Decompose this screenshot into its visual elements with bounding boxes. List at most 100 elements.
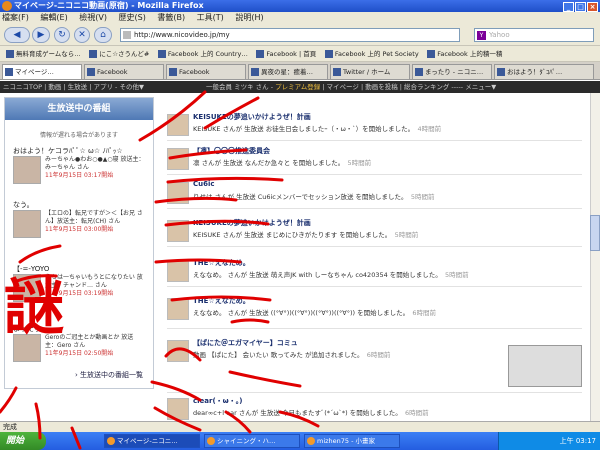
bookmark-label: Facebook | 首頁 [266, 50, 317, 58]
menu-view[interactable]: 檢視(V) [79, 13, 107, 22]
live-thumbnail[interactable] [13, 210, 41, 238]
bookmark-item[interactable]: にこ☆さうんど# [89, 46, 149, 61]
bookmark-item[interactable]: Facebook 上的 Pet Society [324, 46, 419, 61]
facebook-icon [256, 50, 265, 58]
tab-mypage[interactable]: マイページ… [2, 64, 82, 79]
bookmark-label: Facebook 上的 Pet Society [334, 50, 419, 58]
menu-edit[interactable]: 編輯(E) [40, 13, 67, 22]
feed-item: THE☆えなため。 えななめ。 さんが 生放送 萌え声JK with しーなちゃん… [167, 257, 582, 287]
back-button[interactable]: ◀ [4, 27, 30, 43]
community-avatar[interactable] [167, 260, 189, 282]
scrollbar-thumb[interactable] [590, 215, 600, 251]
minimize-button[interactable]: _ [563, 2, 574, 12]
app-icon [207, 437, 215, 445]
tab-icon [415, 68, 423, 76]
bookmark-icon [89, 50, 98, 58]
feed-title[interactable]: THE☆えなため。 [193, 296, 250, 306]
tab-label: まったり - ニコニ… [425, 68, 484, 76]
tab-label: マイページ… [15, 68, 54, 76]
live-desc: Geroのご冠主とか動画とか 放送主：Gero さん 11年9月15日 02:50… [45, 334, 145, 358]
feed-item: THE☆えなため。えななめ。 さんが 生放送 ((°∀°))((°∀°))((°… [167, 295, 582, 329]
video-thumbnail[interactable] [508, 345, 582, 387]
live-time: 11年9月15日 02:50開始 [45, 350, 114, 357]
feed-title[interactable]: THE☆えなため。 [193, 258, 250, 268]
menu-bookmarks[interactable]: 書籤(B) [157, 13, 185, 22]
paint-icon [307, 437, 315, 445]
live-item[interactable]: まったり Geroのご冠主とか動画とか 放送主：Gero さん 11年9月15日 … [13, 324, 148, 362]
stop-button[interactable]: ✕ [74, 27, 90, 43]
feed-title[interactable]: 【ぱにた＠エガマイヤー】コミュ [193, 338, 298, 348]
tab-ohayou[interactable]: おはよう！ﾀﾞｺﾊﾟ… [494, 64, 594, 79]
tab-twitter[interactable]: Twitter / ホーム [330, 64, 410, 79]
menu-tools[interactable]: 工具(T) [197, 13, 224, 22]
community-avatar[interactable] [167, 298, 189, 320]
live-item[interactable]: 【-=-YOYO うちは一ちゃいもうとになりたい 放送主：チャンド… さん 11年… [13, 264, 148, 302]
taskbar-firefox[interactable]: マイページ-ニコニ… [104, 434, 200, 448]
bookmark-item[interactable]: Facebook | 首頁 [256, 46, 317, 61]
tab-mattari[interactable]: まったり - ニコニ… [412, 64, 492, 79]
close-button[interactable]: × [587, 2, 598, 12]
community-avatar[interactable] [167, 114, 189, 136]
vertical-scrollbar[interactable] [590, 93, 600, 421]
home-button[interactable]: ⌂ [94, 27, 112, 43]
bookmark-item[interactable]: Facebook 上的 Country… [157, 46, 248, 61]
member-status: 一般会員 ミツキ さん - [206, 83, 276, 91]
community-avatar[interactable] [167, 398, 189, 420]
feed-title[interactable]: Cu6ic [193, 180, 215, 188]
search-input[interactable]: Y Yahoo [474, 28, 594, 42]
live-desc-text: うちは一ちゃいもうとになりたい 放送主：チャンド… さん [45, 274, 143, 289]
feed-message: えななめ。 さんが 生放送 ((°∀°))((°∀°))((°∀°))((°∀°… [193, 309, 406, 317]
community-avatar[interactable] [167, 340, 189, 362]
url-input[interactable]: http://www.nicovideo.jp/my [120, 28, 460, 42]
tab-strip: マイページ… Facebook Facebook 異夜の星：癒着… Twitte… [0, 62, 600, 80]
live-thumbnail[interactable] [13, 334, 41, 362]
menu-file[interactable]: 檔案(F) [2, 13, 29, 22]
feed-title[interactable]: KEISUKEの夢追いかけようぜ！計画 [193, 218, 311, 228]
bookmark-item[interactable]: Facebook 上的積一積 [427, 46, 503, 61]
premium-link[interactable]: プレミアム登録 [275, 83, 320, 91]
tab-label: 異夜の星：癒着… [261, 68, 313, 76]
tab-icon [497, 68, 505, 76]
tab-label: おはよう！ﾀﾞｺﾊﾟ… [507, 68, 563, 76]
nico-global-nav[interactable]: ニコニコTOP | 動画 | 生放送 | アプリ - その他▼ [3, 83, 144, 91]
live-title: 【-=-YOYO [13, 265, 50, 273]
windows-taskbar: 開始 マイページ-ニコニ… シャイニング・ハ… mizhen75 - 小畫家 上… [0, 432, 600, 450]
reload-button[interactable]: ↻ [54, 27, 70, 43]
feed-title[interactable]: KEISUKEの夢追いかけようぜ！計画 [193, 112, 311, 122]
live-title: まったり [13, 325, 41, 333]
feed-title[interactable]: 【凛】〇〇〇推進委員会 [193, 146, 270, 156]
tab-facebook[interactable]: Facebook [84, 64, 164, 79]
live-thumbnail[interactable] [13, 156, 41, 184]
live-desc-text: みーちゃん●わお○●▲○寝 放送主：みーちゃん さん [45, 156, 145, 171]
window-titlebar: マイページ-ニコニコ動画(原宿) - Mozilla Firefox _ □ × [0, 0, 600, 12]
firefox-icon [107, 437, 115, 445]
site-icon [123, 31, 131, 39]
taskbar-paint[interactable]: mizhen75 - 小畫家 [304, 434, 400, 448]
live-item[interactable]: なう。 【エロの】転兄ですが＞＜【お兄 さん】放送主：転兄(CH) さん 11年9… [13, 200, 148, 238]
feed-text: えななめ。 さんが 生放送 ((°∀°))((°∀°))((°∀°))((°∀°… [193, 307, 578, 317]
live-desc-text: Geroのご冠主とか動画とか 放送主：Gero さん [45, 334, 134, 349]
community-avatar[interactable] [167, 182, 189, 204]
nico-user-nav[interactable]: | マイページ | 動画を投稿 | 総合ランキング ----- メニュー▼ [320, 83, 496, 91]
forward-button[interactable]: ▶ [32, 27, 50, 43]
live-list-link[interactable]: › 生放送中の番組一覧 [75, 370, 143, 380]
maximize-button[interactable]: □ [575, 2, 586, 12]
feed-title[interactable]: clear(・ω・｡) [193, 396, 242, 406]
feed-item: KEISUKEの夢追いかけようぜ！計画 KEISUKE さんが 生放送 まじめにひ… [167, 217, 582, 247]
tab-itsuya[interactable]: 異夜の星：癒着… [248, 64, 328, 79]
community-avatar[interactable] [167, 148, 189, 170]
community-avatar[interactable] [167, 220, 189, 242]
feed-time: 5時間前 [347, 159, 372, 167]
menu-bar: 檔案(F) 編輯(E) 檢視(V) 歷史(S) 書籤(B) 工具(T) 說明(H… [0, 12, 600, 24]
feed-text: dear∞c+l ear さんが 生放送 今日もまたすﾞ(*´ω`*) を開始し… [193, 407, 578, 417]
menu-help[interactable]: 說明(H) [235, 13, 263, 22]
menu-history[interactable]: 歷史(S) [119, 13, 146, 22]
start-button[interactable]: 開始 [0, 432, 46, 450]
live-thumbnail[interactable] [13, 274, 41, 302]
bookmark-item[interactable]: 無料育成ゲームなら… [6, 46, 81, 61]
tab-facebook[interactable]: Facebook [166, 64, 246, 79]
live-item[interactable]: おはよう！ケコラﾊﾟﾟ☆ ω☆ ﾉﾊﾟｯ☆ みーちゃん●わお○●▲○寝 放送主：… [13, 146, 148, 184]
bookmark-label: Facebook 上的積一積 [437, 50, 503, 58]
live-desc: うちは一ちゃいもうとになりたい 放送主：チャンド… さん 11年9月15日 03:… [45, 274, 145, 298]
taskbar-window[interactable]: シャイニング・ハ… [204, 434, 300, 448]
